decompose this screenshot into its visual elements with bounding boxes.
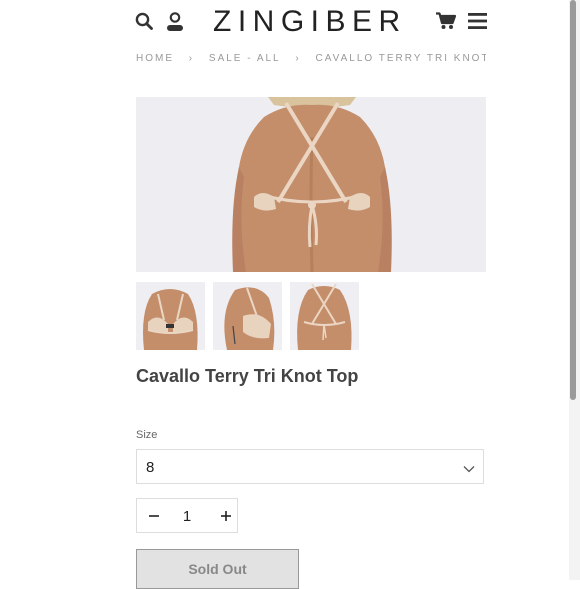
search-icon[interactable] [135, 12, 153, 35]
plus-icon[interactable] [217, 507, 235, 525]
product-main-image[interactable] [136, 97, 486, 272]
site-header: ZINGIBER [0, 0, 580, 46]
breadcrumb-home[interactable]: HOME [136, 54, 174, 64]
product-title: Cavallo Terry Tri Knot Top [136, 366, 359, 386]
product-thumbnail-back[interactable] [290, 282, 359, 350]
scrollbar-thumb[interactable] [570, 0, 576, 400]
product-thumbnail-side[interactable] [213, 282, 282, 350]
product-thumbnail-front[interactable] [136, 282, 205, 350]
site-logo[interactable]: ZINGIBER [213, 5, 411, 39]
size-selected-value: 8 [146, 459, 155, 476]
menu-icon[interactable] [468, 12, 487, 35]
breadcrumb-current: CAVALLO TERRY TRI KNOT TOP [315, 54, 486, 64]
quantity-value[interactable]: 1 [181, 508, 193, 525]
user-icon[interactable] [166, 12, 184, 37]
breadcrumb-separator: › [295, 54, 301, 64]
size-label: Size [136, 429, 158, 441]
breadcrumb-separator: › [188, 54, 195, 64]
size-select[interactable]: 8 [136, 449, 484, 484]
quantity-stepper: 1 [136, 498, 238, 533]
product-back-view-image [136, 97, 486, 272]
cart-icon[interactable] [436, 12, 457, 35]
minus-icon[interactable] [145, 507, 163, 525]
breadcrumb: HOME › SALE - ALL › CAVALLO TERRY TRI KN… [136, 54, 486, 68]
chevron-down-icon [463, 461, 475, 479]
breadcrumb-sale-all[interactable]: SALE - ALL [209, 54, 281, 64]
sold-out-button[interactable]: Sold Out [136, 549, 299, 589]
